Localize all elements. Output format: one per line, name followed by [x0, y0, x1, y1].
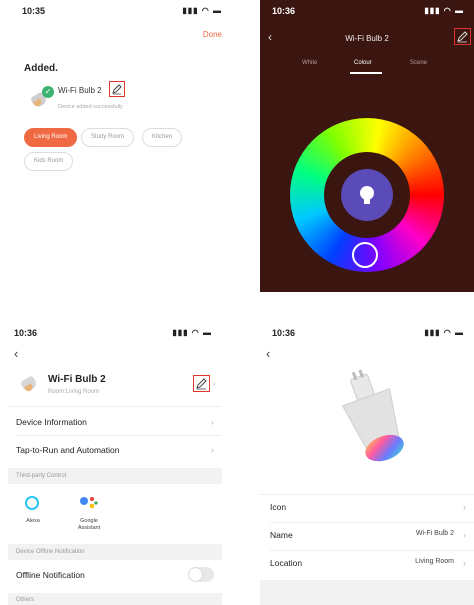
bulb-icon [360, 186, 374, 204]
tab-scene[interactable]: Scene [410, 60, 427, 66]
status-bar: 10:36 ▮▮▮ ◠ ▬ [8, 322, 222, 342]
status-icons: ▮▮▮ ◠ ▬ [182, 6, 222, 15]
device-title: Wi-Fi Bulb 2 [345, 34, 389, 43]
divider [270, 550, 474, 551]
done-button[interactable]: Done [203, 30, 222, 39]
colour-wheel[interactable] [290, 118, 444, 272]
room-chip[interactable]: Kids Room [24, 152, 74, 171]
bottom-fill [260, 580, 474, 605]
name-value: Wi-Fi Bulb 2 [415, 530, 454, 537]
edit-icon[interactable] [109, 81, 125, 97]
offline-notification-toggle[interactable] [188, 567, 214, 582]
device-name: Wi-Fi Bulb 2 [48, 374, 106, 385]
tab-colour[interactable]: Colour [354, 60, 372, 66]
device-settings-screen: 10:36 ▮▮▮ ◠ ▬ ‹ Wi-Fi Bulb 2 Room:Living… [8, 322, 222, 605]
status-bar: 10:36 ▮▮▮ ◠ ▬ [260, 0, 474, 20]
chevron-right-icon: › [211, 445, 214, 455]
status-icons: ▮▮▮ ◠ ▬ [424, 328, 464, 337]
status-icons: ▮▮▮ ◠ ▬ [424, 6, 464, 15]
section-header: Others [8, 593, 222, 605]
status-time: 10:36 [272, 6, 296, 16]
section-header: Device Offline Notification [8, 544, 222, 560]
row-label: Name [270, 530, 293, 540]
bulb-image [341, 369, 404, 462]
row-label: Location [270, 558, 303, 568]
edit-icon[interactable] [454, 28, 471, 45]
room-chip[interactable]: Living Room [24, 128, 78, 147]
bulb-icon: ✓ [29, 86, 56, 109]
alexa-label: Alexa [26, 518, 40, 524]
google-assistant-icon [80, 497, 98, 509]
row-label: Icon [270, 502, 287, 512]
chevron-right-icon: › [463, 558, 466, 568]
chevron-right-icon: › [213, 379, 216, 388]
device-status: Device added successfully [58, 104, 123, 110]
check-icon: ✓ [42, 86, 54, 98]
status-icons: ▮▮▮ ◠ ▬ [172, 328, 212, 337]
room-chip[interactable]: Kitchen [142, 128, 183, 147]
status-bar: 10:35 ▮▮▮ ◠ ▬ [10, 0, 232, 20]
location-value: Living Room [415, 558, 454, 565]
edit-icon[interactable] [193, 375, 210, 392]
colour-picker-handle[interactable] [352, 242, 378, 268]
tab-indicator [350, 72, 382, 74]
chevron-right-icon: › [463, 502, 466, 512]
room-chip[interactable]: Study Room [81, 128, 135, 147]
status-time: 10:36 [272, 328, 296, 338]
row-label: Offline Notification [16, 570, 85, 580]
device-room: Room:Living Room [48, 389, 100, 395]
add-device-screen: 10:35 ▮▮▮ ◠ ▬ Done Added. ✓ Wi-Fi Bulb 2… [10, 0, 232, 292]
divider [8, 406, 222, 407]
edit-device-screen: 10:36 ▮▮▮ ◠ ▬ ‹ Icon › Name Wi-Fi Bulb 2… [260, 322, 474, 605]
divider [260, 494, 474, 495]
power-button[interactable] [341, 169, 393, 221]
bulb-colour-screen: 10:36 ▮▮▮ ◠ ▬ ‹ Wi-Fi Bulb 2 White Colou… [260, 0, 474, 292]
device-name: Wi-Fi Bulb 2 [58, 86, 102, 95]
row-label: Tap-to-Run and Automation [16, 445, 120, 455]
status-time: 10:36 [14, 328, 38, 338]
tab-white[interactable]: White [302, 60, 317, 66]
mode-tabs: White Colour Scene [260, 56, 474, 74]
status-time: 10:35 [22, 6, 46, 16]
added-heading: Added. [24, 63, 58, 74]
device-thumbnail [19, 375, 42, 396]
row-label: Device Information [16, 417, 87, 427]
divider [16, 435, 222, 436]
back-icon[interactable]: ‹ [14, 346, 18, 361]
google-assistant-button[interactable]: Google Assistant [72, 494, 106, 540]
google-assistant-label: Google Assistant [77, 518, 101, 531]
alexa-button[interactable]: Alexa [18, 494, 48, 538]
chevron-right-icon: › [463, 530, 466, 540]
back-icon[interactable]: ‹ [266, 346, 270, 361]
divider [270, 522, 474, 523]
section-header: Third-party Control [8, 468, 222, 484]
chevron-right-icon: › [211, 417, 214, 427]
alexa-icon [25, 496, 39, 510]
status-bar: 10:36 ▮▮▮ ◠ ▬ [260, 322, 474, 342]
